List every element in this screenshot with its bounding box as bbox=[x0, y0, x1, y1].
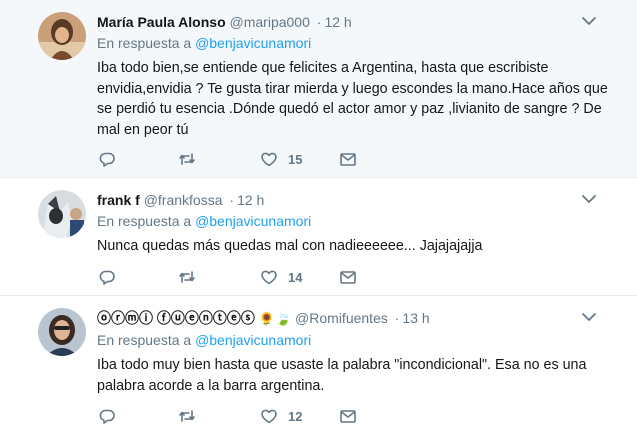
chevron-down-icon[interactable] bbox=[581, 309, 597, 325]
reply-to-link[interactable]: @benjavicunamori bbox=[195, 35, 311, 51]
reply-icon bbox=[98, 150, 116, 168]
heart-icon bbox=[260, 150, 278, 168]
reply-icon bbox=[98, 407, 116, 425]
name-emoji: 🌻🍃 bbox=[258, 311, 292, 326]
retweet-button[interactable] bbox=[178, 268, 196, 286]
chevron-down-icon[interactable] bbox=[581, 13, 597, 29]
display-name[interactable]: frank f bbox=[97, 192, 140, 208]
reply-prefix: En respuesta a bbox=[97, 35, 192, 51]
heart-icon bbox=[260, 268, 278, 286]
tweet-item[interactable]: frank f @frankfossa · 12 h En respuesta a… bbox=[0, 178, 637, 296]
tweet-text: Iba todo bien,se entiende que felicites … bbox=[97, 60, 608, 138]
like-count: 14 bbox=[288, 269, 303, 285]
avatar[interactable] bbox=[38, 12, 86, 60]
envelope-icon bbox=[339, 407, 357, 425]
reply-button[interactable] bbox=[98, 150, 116, 168]
tweet-header: frank f @frankfossa · 12 h bbox=[97, 191, 617, 209]
handle[interactable]: @frankfossa bbox=[144, 192, 223, 208]
direct-message-button[interactable] bbox=[339, 407, 357, 425]
separator-dot: · bbox=[316, 14, 322, 30]
handle[interactable]: @Romifuentes bbox=[295, 310, 388, 326]
tweet-item[interactable]: ⓞⓡⓜⓘ ⓕⓤⓔⓝⓣⓔⓢ 🌻🍃 @Romifuentes · 13 h En re… bbox=[0, 296, 637, 428]
reply-prefix: En respuesta a bbox=[97, 332, 192, 348]
tweet-item[interactable]: María Paula Alonso @maripa000 · 12 h En r… bbox=[0, 0, 637, 178]
retweet-button[interactable] bbox=[178, 150, 196, 168]
handle[interactable]: @maripa000 bbox=[230, 14, 310, 30]
timestamp[interactable]: 13 h bbox=[402, 310, 429, 326]
timestamp[interactable]: 12 h bbox=[237, 192, 264, 208]
tweet-text: Iba todo muy bien hasta que usaste la pa… bbox=[97, 357, 587, 394]
like-count: 12 bbox=[288, 408, 303, 424]
avatar[interactable] bbox=[38, 190, 86, 238]
heart-icon bbox=[260, 407, 278, 425]
reply-context: En respuesta a @benjavicunamori bbox=[97, 331, 617, 349]
like-button[interactable]: 14 bbox=[260, 268, 302, 286]
like-button[interactable]: 12 bbox=[260, 407, 302, 425]
direct-message-button[interactable] bbox=[339, 150, 357, 168]
avatar[interactable] bbox=[38, 308, 86, 356]
reply-to-link[interactable]: @benjavicunamori bbox=[195, 332, 311, 348]
chevron-down-icon[interactable] bbox=[581, 191, 597, 207]
display-name[interactable]: ⓞⓡⓜⓘ ⓕⓤⓔⓝⓣⓔⓢ bbox=[97, 310, 255, 326]
reply-button[interactable] bbox=[98, 407, 116, 425]
retweet-button[interactable] bbox=[178, 407, 196, 425]
tweet-text: Nunca quedas más quedas mal con nadieeee… bbox=[97, 238, 483, 254]
retweet-icon bbox=[178, 407, 196, 425]
reply-icon bbox=[98, 268, 116, 286]
display-name[interactable]: María Paula Alonso bbox=[97, 14, 226, 30]
reply-to-link[interactable]: @benjavicunamori bbox=[195, 213, 311, 229]
retweet-icon bbox=[178, 150, 196, 168]
tweet-header: María Paula Alonso @maripa000 · 12 h bbox=[97, 13, 617, 31]
like-count: 15 bbox=[288, 151, 303, 167]
timestamp[interactable]: 12 h bbox=[324, 14, 351, 30]
envelope-icon bbox=[339, 150, 357, 168]
reply-button[interactable] bbox=[98, 268, 116, 286]
tweet-header: ⓞⓡⓜⓘ ⓕⓤⓔⓝⓣⓔⓢ 🌻🍃 @Romifuentes · 13 h bbox=[97, 309, 617, 328]
reply-context: En respuesta a @benjavicunamori bbox=[97, 34, 617, 52]
reply-prefix: En respuesta a bbox=[97, 213, 192, 229]
like-button[interactable]: 15 bbox=[260, 150, 302, 168]
retweet-icon bbox=[178, 268, 196, 286]
separator-dot: · bbox=[394, 310, 400, 326]
envelope-icon bbox=[339, 268, 357, 286]
direct-message-button[interactable] bbox=[339, 268, 357, 286]
separator-dot: · bbox=[229, 192, 235, 208]
reply-context: En respuesta a @benjavicunamori bbox=[97, 212, 617, 230]
